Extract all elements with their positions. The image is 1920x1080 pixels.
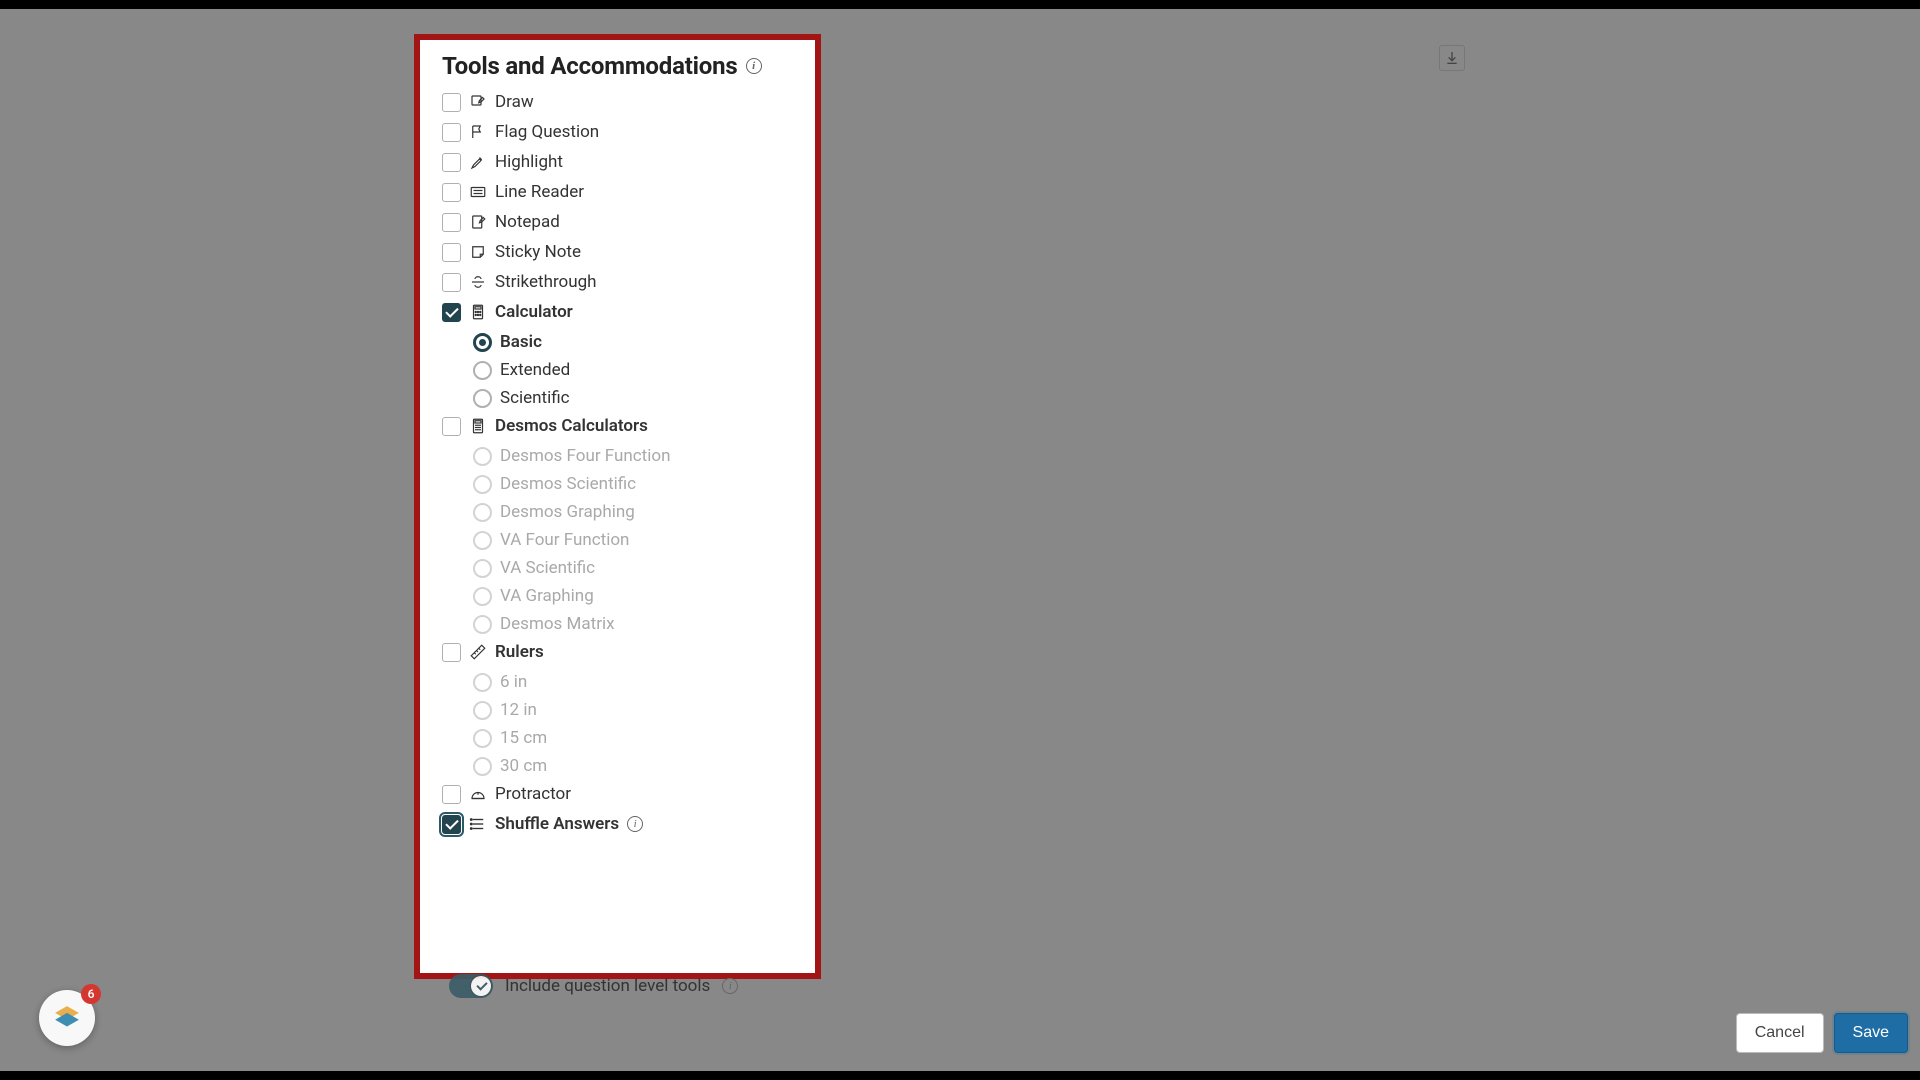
desmos-options: Desmos Four Function Desmos Scientific D… [442, 446, 793, 634]
tool-draw-label: Draw [495, 92, 534, 112]
radio-extended[interactable] [473, 361, 492, 380]
radio-ruler-1: 12 in [473, 700, 793, 720]
tool-linereader-label: Line Reader [495, 182, 584, 202]
check-icon [475, 980, 487, 992]
checkbox-draw[interactable] [442, 93, 461, 112]
radio-calc-extended[interactable]: Extended [473, 360, 793, 380]
radio-basic[interactable] [473, 333, 492, 352]
radio-extended-label: Extended [500, 360, 570, 380]
footer-buttons: Cancel Save [1736, 1013, 1908, 1053]
checkbox-flag[interactable] [442, 123, 461, 142]
tool-strike-label: Strikethrough [495, 272, 597, 292]
save-button[interactable]: Save [1834, 1013, 1908, 1053]
tool-protractor-label: Protractor [495, 784, 571, 804]
tool-flag-label: Flag Question [495, 122, 599, 142]
tool-sticky-label: Sticky Note [495, 242, 581, 262]
radio-ruler-3: 30 cm [473, 756, 793, 776]
tool-desmos-label: Desmos Calculators [495, 416, 648, 436]
stack-icon [50, 1001, 84, 1035]
checkbox-rulers[interactable] [442, 643, 461, 662]
draw-icon [469, 93, 487, 111]
radio-desmos-5: VA Graphing [473, 586, 793, 606]
checkbox-calculator[interactable] [442, 303, 461, 322]
radio-desmos-2: Desmos Graphing [473, 502, 793, 522]
shuffle-icon [469, 815, 487, 833]
tool-rulers[interactable]: Rulers [442, 642, 793, 662]
tool-draw[interactable]: Draw [442, 92, 793, 112]
checkbox-highlight[interactable] [442, 153, 461, 172]
radio-desmos-0: Desmos Four Function [473, 446, 793, 466]
tool-shuffle[interactable]: Shuffle Answers i [442, 814, 793, 834]
radio-calc-basic[interactable]: Basic [473, 332, 793, 352]
checkbox-notepad[interactable] [442, 213, 461, 232]
radio-ruler-0: 6 in [473, 672, 793, 692]
sticky-icon [469, 243, 487, 261]
protractor-icon [469, 785, 487, 803]
radio-scientific[interactable] [473, 389, 492, 408]
floating-help-button[interactable]: 6 [39, 990, 95, 1046]
radio-desmos-4: VA Scientific [473, 558, 793, 578]
include-tools-row: Include question level tools i [449, 974, 738, 998]
radio-desmos-1: Desmos Scientific [473, 474, 793, 494]
include-tools-label: Include question level tools [505, 976, 710, 996]
checkbox-shuffle[interactable] [442, 815, 461, 834]
radio-desmos-6: Desmos Matrix [473, 614, 793, 634]
tool-protractor[interactable]: Protractor [442, 784, 793, 804]
info-icon-shuffle[interactable]: i [627, 816, 643, 832]
radio-basic-label: Basic [500, 332, 542, 352]
tool-notepad[interactable]: Notepad [442, 212, 793, 232]
tool-desmos[interactable]: Desmos Calculators [442, 416, 793, 436]
checkbox-desmos[interactable] [442, 417, 461, 436]
calculator-options: Basic Extended Scientific [442, 332, 793, 408]
tool-notepad-label: Notepad [495, 212, 560, 232]
radio-scientific-label: Scientific [500, 388, 570, 408]
desmos-icon [469, 417, 487, 435]
panel-title-text: Tools and Accommodations [442, 52, 738, 80]
rulers-options: 6 in 12 in 15 cm 30 cm [442, 672, 793, 776]
notification-badge: 6 [81, 984, 101, 1004]
checkbox-linereader[interactable] [442, 183, 461, 202]
panel-title: Tools and Accommodations i [442, 52, 793, 80]
info-icon[interactable]: i [746, 58, 762, 74]
tool-flag[interactable]: Flag Question [442, 122, 793, 142]
download-button[interactable] [1439, 45, 1465, 71]
tools-accommodations-panel: Tools and Accommodations i Draw Flag Que… [414, 34, 821, 979]
page-overlay: Tools and Accommodations i Draw Flag Que… [0, 9, 1920, 1071]
tool-rulers-label: Rulers [495, 642, 544, 662]
info-icon-include[interactable]: i [722, 978, 738, 994]
highlight-icon [469, 153, 487, 171]
tool-highlight[interactable]: Highlight [442, 152, 793, 172]
linereader-icon [469, 183, 487, 201]
checkbox-strike[interactable] [442, 273, 461, 292]
tool-calculator-label: Calculator [495, 302, 573, 322]
tool-strike[interactable]: Strikethrough [442, 272, 793, 292]
ruler-icon [469, 643, 487, 661]
tool-linereader[interactable]: Line Reader [442, 182, 793, 202]
radio-calc-scientific[interactable]: Scientific [473, 388, 793, 408]
checkbox-sticky[interactable] [442, 243, 461, 262]
tool-sticky[interactable]: Sticky Note [442, 242, 793, 262]
radio-ruler-2: 15 cm [473, 728, 793, 748]
flag-icon [469, 123, 487, 141]
tool-shuffle-label: Shuffle Answers [495, 814, 619, 834]
include-tools-toggle[interactable] [449, 974, 493, 998]
strike-icon [469, 273, 487, 291]
checkbox-protractor[interactable] [442, 785, 461, 804]
notepad-icon [469, 213, 487, 231]
radio-desmos-3: VA Four Function [473, 530, 793, 550]
tool-highlight-label: Highlight [495, 152, 563, 172]
cancel-button[interactable]: Cancel [1736, 1013, 1824, 1053]
calculator-icon [469, 303, 487, 321]
tool-calculator[interactable]: Calculator [442, 302, 793, 322]
